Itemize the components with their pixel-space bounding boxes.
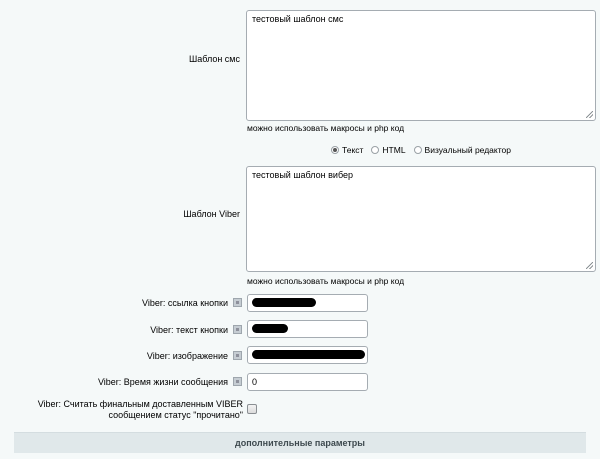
read-status-label-line2: сообщением статус "прочитано" — [108, 410, 243, 420]
read-status-label-line1: Viber: Считать финальным доставленным VI… — [37, 399, 243, 409]
image-label: Viber: изображение — [146, 351, 228, 361]
viber-template-hint: можно использовать макросы и php код — [247, 276, 405, 286]
help-icon[interactable] — [233, 377, 242, 386]
additional-params-header[interactable]: дополнительные параметры — [14, 432, 586, 453]
radio-html[interactable] — [371, 146, 380, 154]
radio-visual-editor[interactable] — [413, 146, 422, 154]
ttl-label: Viber: Время жизни сообщения — [97, 377, 228, 387]
button-text-label: Viber: текст кнопки — [150, 325, 228, 335]
sms-template-hint: можно использовать макросы и php код — [247, 123, 405, 133]
help-icon[interactable] — [233, 325, 242, 334]
radio-html-label: HTML — [382, 145, 406, 155]
radio-text-label: Текст — [342, 145, 364, 155]
sms-template-label: Шаблон смс — [188, 54, 240, 64]
radio-visual-editor-label: Визуальный редактор — [424, 145, 511, 155]
read-status-label: Viber: Считать финальным доставленным VI… — [20, 399, 243, 421]
redacted-value — [252, 298, 316, 307]
read-status-checkbox[interactable] — [247, 404, 257, 414]
help-icon[interactable] — [233, 351, 242, 360]
format-radio-group: Текст HTML Визуальный редактор — [331, 145, 519, 155]
sms-template-textarea[interactable]: тестовый шаблон смс — [246, 10, 596, 121]
viber-template-textarea[interactable]: тестовый шаблон вибер — [246, 166, 596, 272]
viber-template-label: Шаблон Viber — [183, 209, 240, 219]
redacted-value — [252, 350, 365, 359]
button-link-label: Viber: ссылка кнопки — [142, 298, 228, 308]
ttl-input[interactable]: 0 — [247, 373, 368, 391]
redacted-value — [252, 324, 288, 333]
help-icon[interactable] — [233, 298, 242, 307]
radio-text[interactable] — [331, 146, 339, 154]
